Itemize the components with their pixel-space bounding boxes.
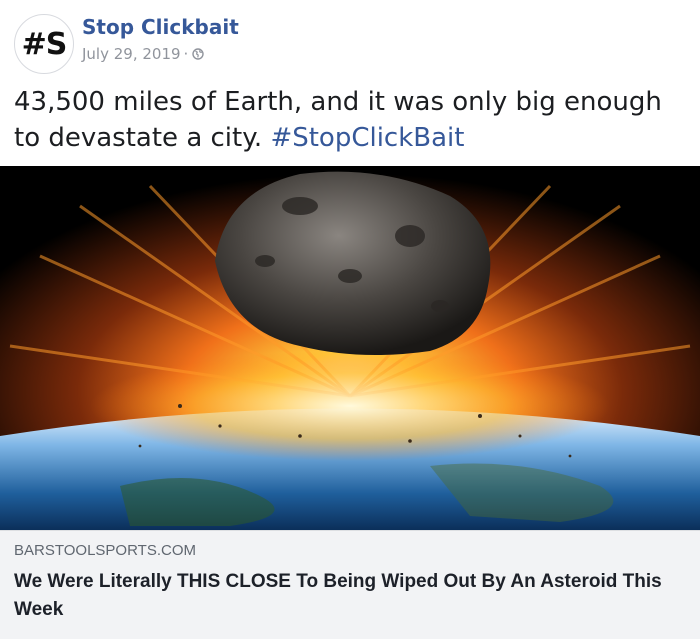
meta-separator: · (183, 45, 189, 63)
post-meta: July 29, 2019 · (82, 45, 205, 63)
link-domain: BARSTOOLSPORTS.COM (14, 542, 196, 559)
post-date[interactable]: July 29, 2019 (82, 45, 181, 63)
avatar-text: #S (21, 26, 68, 62)
globe-icon (192, 48, 205, 60)
link-title[interactable]: We Were Literally THIS CLOSE To Being Wi… (14, 568, 674, 624)
link-preview-card[interactable]: BARSTOOLSPORTS.COM We Were Literally THI… (0, 530, 700, 639)
post-message: 43,500 miles of Earth, and it was only b… (14, 84, 686, 156)
page-name-link[interactable]: Stop Clickbait (82, 15, 239, 39)
page-avatar[interactable]: #S (14, 14, 74, 74)
link-preview-image[interactable] (0, 166, 700, 530)
post-header: #S Stop Clickbait July 29, 2019 · (0, 0, 700, 80)
asteroid-impact-image (0, 166, 700, 530)
hashtag-link[interactable]: #StopClickBait (270, 123, 464, 153)
